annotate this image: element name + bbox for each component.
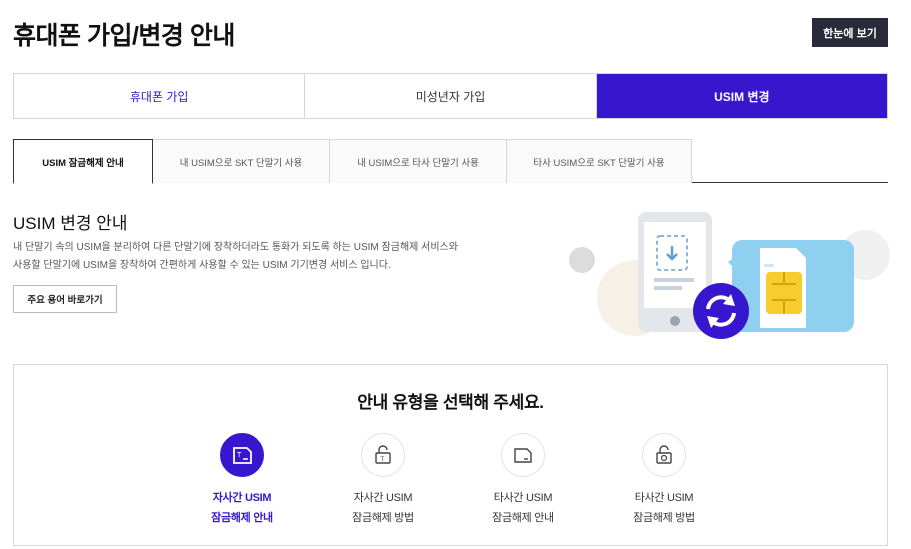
type-label: 타사간 USIM 잠금해제 안내 — [463, 488, 583, 528]
selector-title: 안내 유형을 선택해 주세요. — [357, 393, 544, 412]
sim-card-icon — [501, 433, 545, 477]
unlock-icon: T — [361, 433, 405, 477]
tab-minor-signup[interactable]: 미성년자 가입 — [305, 74, 597, 118]
subtab-other-usim-skt-device[interactable]: 타사 USIM으로 SKT 단말기 사용 — [507, 139, 692, 183]
svg-text:T: T — [236, 451, 242, 459]
key-terms-button[interactable]: 주요 용어 바로가기 — [13, 285, 117, 313]
type-other-usim-unlock-guide[interactable]: 타사간 USIM 잠금해제 안내 — [463, 433, 583, 528]
section-description: 내 단말기 속의 USIM을 분리하여 다른 단말기에 장착하더라도 통화가 되… — [13, 239, 533, 275]
type-label-line: 잠금해제 방법 — [352, 512, 414, 524]
type-label: 자사간 USIM 잠금해제 안내 — [182, 488, 302, 528]
tab-phone-signup[interactable]: 휴대폰 가입 — [14, 74, 306, 118]
type-label-line: 타사간 USIM — [634, 492, 694, 504]
type-label-line: 잠금해제 안내 — [211, 512, 273, 524]
sim-card-icon: T — [220, 433, 264, 477]
type-other-usim-unlock-method[interactable]: 타사간 USIM 잠금해제 방법 — [604, 433, 724, 528]
tab-usim-change[interactable]: USIM 변경 — [596, 74, 887, 118]
sub-tab-bar: USIM 잠금해제 안내 내 USIM으로 SKT 단말기 사용 내 USIM으… — [13, 139, 888, 184]
type-label-line: 잠금해제 방법 — [633, 512, 695, 524]
subtab-my-usim-skt-device[interactable]: 내 USIM으로 SKT 단말기 사용 — [153, 139, 330, 183]
summary-view-button[interactable]: 한눈에 보기 — [812, 18, 888, 47]
subtab-my-usim-other-device[interactable]: 내 USIM으로 타사 단말기 사용 — [330, 139, 507, 183]
decor-circle — [569, 247, 595, 273]
type-label-line: 잠금해제 안내 — [492, 512, 554, 524]
refresh-icon — [693, 283, 749, 339]
type-label: 자사간 USIM 잠금해제 방법 — [323, 488, 443, 528]
section-title: USIM 변경 안내 — [13, 214, 128, 233]
type-label: 타사간 USIM 잠금해제 방법 — [604, 488, 724, 528]
type-label-line: 자사간 USIM — [212, 492, 272, 504]
type-label-line: 타사간 USIM — [493, 492, 553, 504]
page-title: 휴대폰 가입/변경 안내 — [13, 22, 235, 50]
type-own-usim-unlock-method[interactable]: T 자사간 USIM 잠금해제 방법 — [323, 433, 443, 528]
subtab-usim-unlock-guide[interactable]: USIM 잠금해제 안내 — [13, 139, 153, 184]
usim-change-illustration — [569, 212, 890, 339]
description-line: 사용할 단말기에 USIM을 장착하여 간편하게 사용할 수 있는 USIM 기… — [13, 260, 391, 271]
guide-type-selector: 안내 유형을 선택해 주세요. T 자사간 USIM 잠금해제 안내 T 자사간… — [13, 364, 888, 546]
type-own-usim-unlock-guide[interactable]: T 자사간 USIM 잠금해제 안내 — [182, 433, 302, 528]
svg-text:T: T — [380, 456, 385, 463]
unlock-icon — [642, 433, 686, 477]
type-label-line: 자사간 USIM — [353, 492, 413, 504]
main-tab-bar: 휴대폰 가입 미성년자 가입 USIM 변경 — [13, 73, 888, 119]
description-line: 내 단말기 속의 USIM을 분리하여 다른 단말기에 장착하더라도 통화가 되… — [13, 242, 458, 253]
